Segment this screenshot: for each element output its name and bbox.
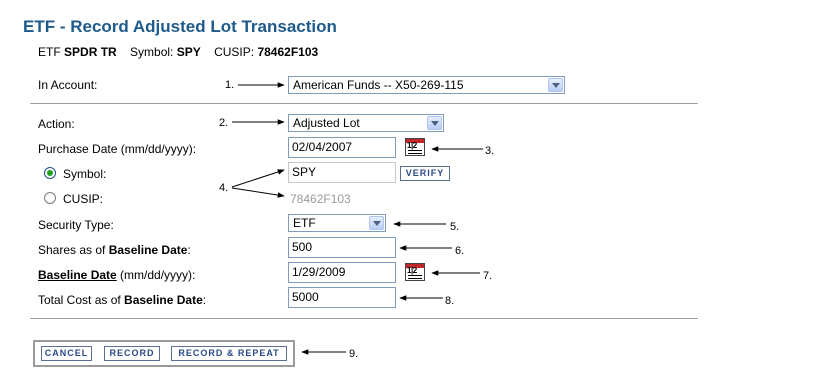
annotation-arrows <box>231 82 483 355</box>
arrow-4a <box>231 169 285 188</box>
arrow-4b <box>231 187 285 198</box>
